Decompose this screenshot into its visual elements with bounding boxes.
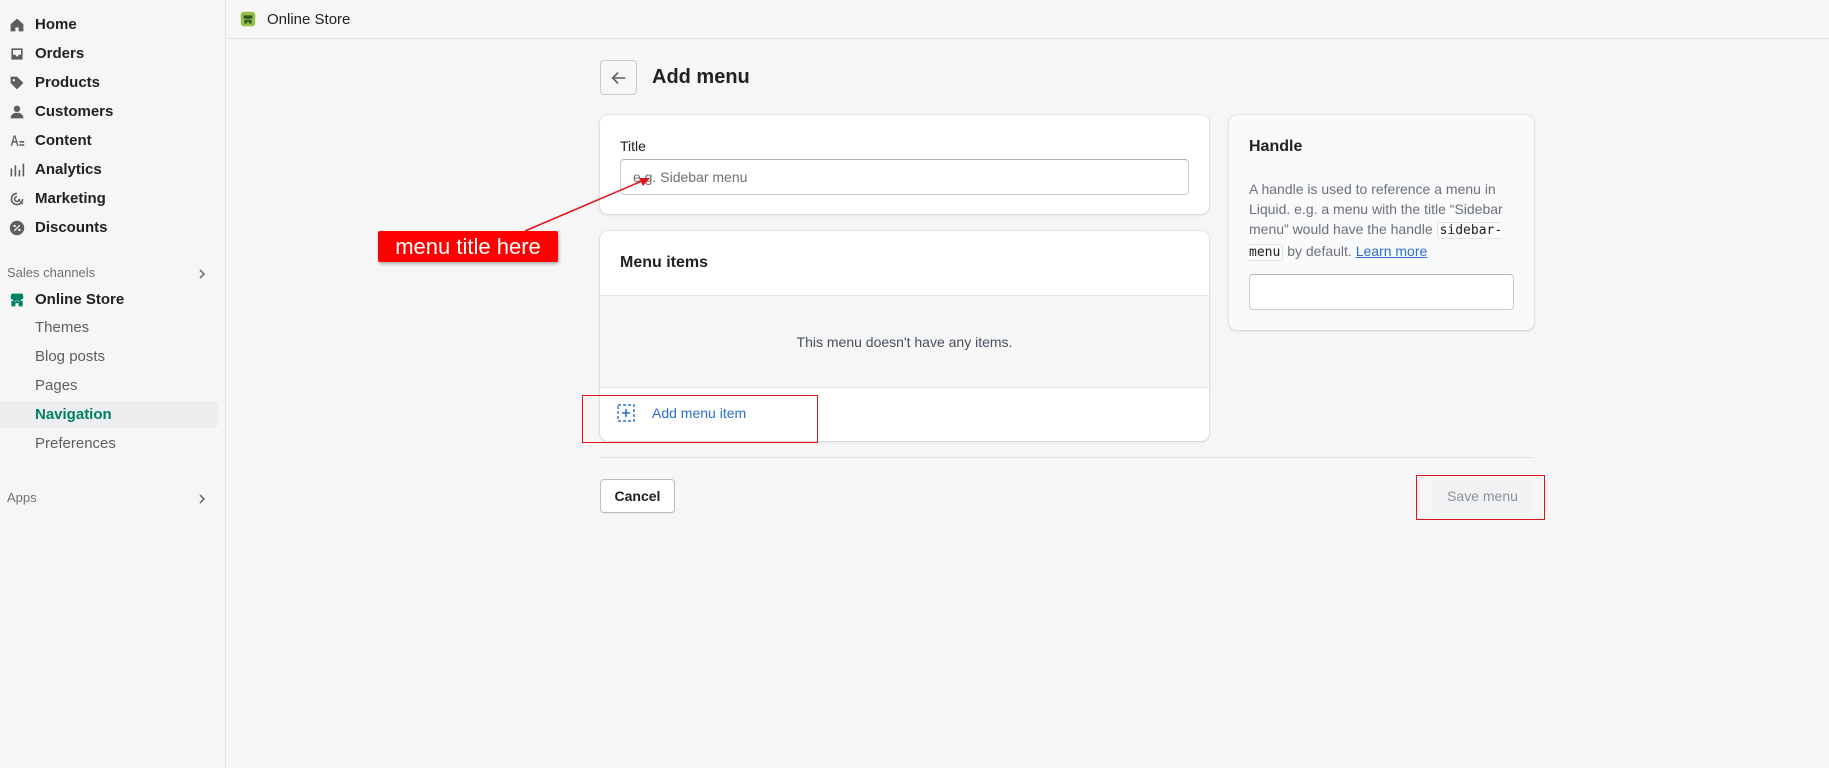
online-store-icon	[240, 11, 256, 27]
tag-icon	[8, 74, 26, 92]
store-icon	[8, 291, 26, 309]
marketing-icon	[8, 190, 26, 208]
sidebar-subitem-label: Pages	[35, 377, 78, 394]
content-icon	[8, 132, 26, 150]
sidebar-item-label: Marketing	[35, 190, 106, 207]
sidebar-item-orders[interactable]: Orders	[0, 40, 218, 67]
sidebar-item-label: Products	[35, 74, 101, 91]
sales-channels-header[interactable]: Sales channels	[7, 264, 207, 280]
arrow-left-icon	[611, 71, 625, 84]
handle-description: A handle is used to reference a menu in …	[1249, 179, 1519, 263]
top-bar-title: Online Store	[267, 10, 351, 28]
title-input[interactable]	[620, 159, 1189, 195]
sidebar-item-label: Online Store	[35, 291, 125, 308]
sidebar-item-label: Home	[35, 16, 77, 33]
sidebar-item-products[interactable]: Products	[0, 69, 218, 96]
empty-state-text: This menu doesn't have any items.	[796, 333, 1013, 350]
divider	[600, 457, 1534, 458]
empty-state: This menu doesn't have any items.	[600, 295, 1209, 388]
sidebar-subitem-navigation[interactable]: Navigation	[0, 401, 218, 428]
sidebar-item-analytics[interactable]: Analytics	[0, 156, 218, 183]
sidebar-item-label: Analytics	[35, 161, 102, 178]
menu-items-title: Menu items	[620, 254, 709, 271]
page-title: Add menu	[652, 66, 750, 88]
chevron-right-icon	[197, 267, 207, 279]
annotation-box-save	[1416, 475, 1545, 520]
learn-more-link[interactable]: Learn more	[1356, 243, 1428, 259]
sidebar-subitem-label: Navigation	[35, 406, 112, 423]
title-label: Title	[620, 138, 646, 154]
sales-channels-label: Sales channels	[7, 264, 96, 280]
handle-input[interactable]	[1249, 274, 1514, 310]
cancel-label: Cancel	[614, 488, 661, 504]
sidebar-subitem-label: Preferences	[35, 435, 116, 452]
orders-icon	[8, 45, 26, 63]
sidebar: Home Orders Products Customers Content A…	[0, 0, 226, 768]
sidebar-item-label: Content	[35, 132, 92, 149]
sidebar-subitem-label: Blog posts	[35, 348, 106, 365]
cancel-button[interactable]: Cancel	[600, 479, 675, 513]
sidebar-item-online-store[interactable]: Online Store	[0, 286, 218, 313]
home-icon	[8, 16, 26, 34]
sidebar-subitem-themes[interactable]: Themes	[0, 314, 218, 341]
sidebar-subitem-preferences[interactable]: Preferences	[0, 430, 218, 457]
sidebar-item-content[interactable]: Content	[0, 127, 218, 154]
annotation-box-add-item	[582, 395, 818, 443]
sidebar-subitem-blog-posts[interactable]: Blog posts	[0, 343, 218, 370]
sidebar-item-marketing[interactable]: Marketing	[0, 185, 218, 212]
handle-title: Handle	[1249, 138, 1303, 155]
sidebar-item-label: Customers	[35, 103, 114, 120]
sidebar-item-customers[interactable]: Customers	[0, 98, 218, 125]
sidebar-item-label: Orders	[35, 45, 85, 62]
analytics-icon	[8, 161, 26, 179]
apps-header[interactable]: Apps	[7, 489, 207, 505]
sidebar-item-discounts[interactable]: Discounts	[0, 214, 218, 241]
person-icon	[8, 103, 26, 121]
top-bar: Online Store	[227, 0, 1829, 39]
chevron-right-icon	[197, 492, 207, 504]
apps-label: Apps	[7, 489, 37, 505]
sidebar-subitem-label: Themes	[35, 319, 90, 336]
handle-desc-text-2: by default.	[1283, 243, 1356, 259]
sidebar-subitem-pages[interactable]: Pages	[0, 372, 218, 399]
sidebar-item-label: Discounts	[35, 219, 108, 236]
sidebar-item-home[interactable]: Home	[0, 11, 218, 38]
back-button[interactable]	[600, 60, 637, 95]
annotation-label: menu title here	[378, 231, 558, 262]
discount-icon	[8, 219, 26, 237]
